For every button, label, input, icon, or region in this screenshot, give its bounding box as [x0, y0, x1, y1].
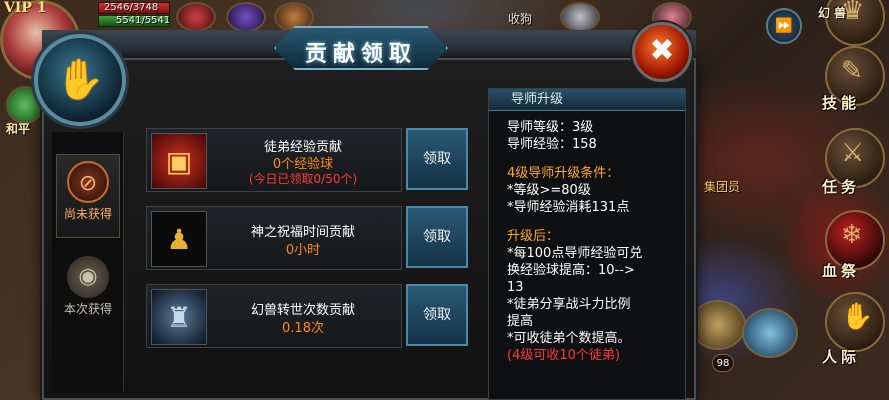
fast-forward-icon[interactable]: ⏩: [766, 8, 802, 44]
social-icon: ✋: [841, 302, 874, 332]
mentor-panel-spacer: [507, 153, 685, 165]
locked-reward-icon: ⊘: [67, 161, 109, 203]
side-menu-social-label: 人际: [822, 348, 861, 366]
mentor-info-line: *导师经验消耗131点: [507, 200, 630, 215]
mentor-info-line: *可收徒弟个数提高。: [507, 331, 631, 346]
skill-level-badge: 98: [712, 354, 734, 372]
side-menu-blood-label: 血祭: [822, 262, 861, 280]
claim-exp-button[interactable]: 领取: [406, 128, 468, 190]
mentor-upgrade-panel: 导师升级 导师等级：3级 导师经验：158 4级导师升级条件： *等级>=80级 *导师…: [488, 88, 686, 400]
close-button[interactable]: ✖: [632, 22, 692, 82]
hp-text: 2546/3748: [104, 2, 159, 13]
mentor-info-line: 提高: [507, 314, 534, 329]
mentor-info-line: (4级可收10个徒弟): [507, 348, 620, 363]
tab-column: ⊘ 尚未获得 ◉ 本次获得: [52, 132, 124, 392]
armored-beast-icon: ♜: [151, 289, 207, 345]
dialog-title-plate: 贡献领取: [274, 26, 448, 70]
golden-statue-icon: ♟: [151, 211, 207, 267]
reward-row-exp: ▣ 徒弟经验贡献 0个经验球 (今日已领取0/50个): [146, 128, 402, 192]
tab-label: 尚未获得: [63, 207, 112, 221]
mentor-panel-body: 导师等级：3级 导师经验：158 4级导师升级条件： *等级>=80级 *导师经验消耗1…: [489, 111, 685, 364]
top-shortcut-icon-1[interactable]: [176, 2, 216, 32]
mentor-info-line: 导师经验：158: [507, 137, 597, 152]
top-shortcut-icon-2[interactable]: [226, 2, 266, 32]
side-menu-beast-label: 幻兽: [818, 6, 851, 20]
mentor-info-line: 导师等级：3级: [507, 120, 594, 135]
reward-daily-limit: (今日已领取0/50个): [248, 172, 358, 186]
mentor-panel-spacer: [507, 216, 685, 228]
vip-label: VIP 1: [4, 0, 47, 16]
npc-name-text: 收狗: [508, 12, 533, 26]
mentor-info-line: 4级导师升级条件：: [507, 166, 620, 181]
close-icon: ✖: [649, 33, 675, 68]
dialog-title: 贡献领取: [304, 41, 417, 67]
mentor-info-line: 换经验球提高：10-->: [507, 263, 635, 278]
mentor-info-line: 升级后：: [507, 229, 560, 244]
reward-row-blessing: ♟ 神之祝福时间贡献 0小时: [146, 206, 402, 270]
blood-sacrifice-icon: ❄: [841, 220, 863, 250]
peace-mode-label: 和平: [6, 122, 31, 136]
mentor-panel-header: 导师升级: [489, 89, 685, 111]
side-menu-skill-label: 技能: [822, 94, 861, 112]
mentor-info-line: *等级>=80级: [507, 183, 591, 198]
tab-not-yet-obtained[interactable]: ⊘ 尚未获得: [56, 154, 120, 238]
claim-rebirth-button[interactable]: 领取: [406, 284, 468, 346]
claim-blessing-button[interactable]: 领取: [406, 206, 468, 268]
mentor-info-line: *徒弟分享战斗力比例: [507, 297, 631, 312]
money-bag-icon: ◉: [67, 256, 109, 298]
spellbook-icon: ✎: [841, 56, 863, 86]
tab-label: 本次获得: [63, 302, 112, 316]
reward-title: 幻兽转世次数贡献: [250, 303, 355, 318]
mentor-info-line: *每100点导师经验可兑: [507, 246, 643, 261]
handshake-icon: ✋: [34, 34, 126, 126]
reward-title: 神之祝福时间贡献: [250, 225, 355, 240]
mp-text: 5541/5541: [116, 15, 171, 26]
reward-value: 0小时: [285, 243, 321, 258]
side-menu-social-button[interactable]: ✋: [825, 292, 885, 352]
reward-value: 0.18次: [282, 321, 324, 336]
top-shortcut-icon-4[interactable]: [560, 2, 600, 32]
exp-chest-icon: ▣: [151, 133, 207, 189]
side-menu-quest-label: 任务: [822, 178, 861, 196]
skill-slot-1[interactable]: [690, 300, 746, 350]
skill-slot-2[interactable]: [742, 308, 798, 358]
guild-member-text: 集团员: [704, 180, 741, 194]
tab-obtained-this-time[interactable]: ◉ 本次获得: [56, 250, 120, 334]
mentor-info-line: 13: [507, 280, 524, 295]
reward-row-rebirth: ♜ 幻兽转世次数贡献 0.18次: [146, 284, 402, 348]
quest-icon: ⚔: [841, 138, 865, 168]
